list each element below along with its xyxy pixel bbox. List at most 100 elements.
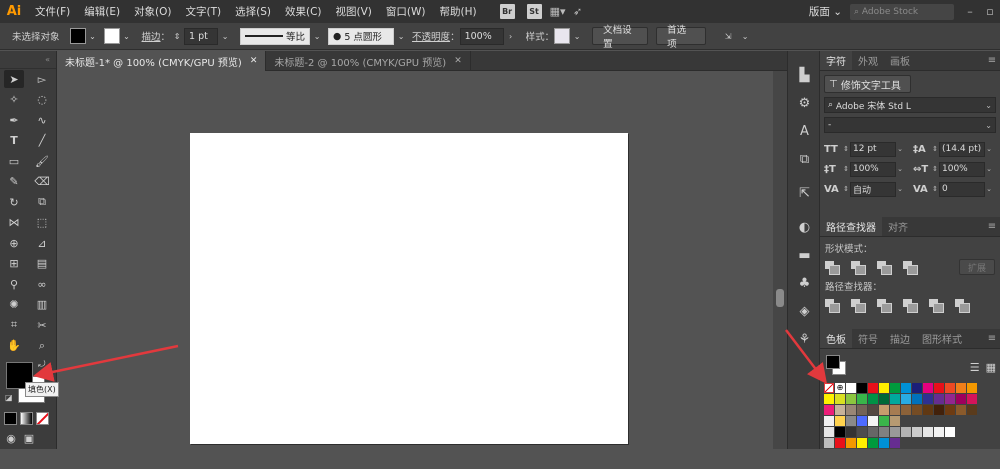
bridge-button[interactable]: Br bbox=[499, 4, 515, 19]
color-swatch[interactable] bbox=[824, 438, 834, 448]
color-swatch[interactable] bbox=[879, 405, 889, 415]
color-swatch[interactable] bbox=[890, 416, 900, 426]
color-swatch[interactable] bbox=[923, 405, 933, 415]
gradient-tool-icon[interactable]: ▤ bbox=[32, 255, 52, 273]
color-swatch[interactable] bbox=[868, 438, 878, 448]
menu-type[interactable]: 文字(T) bbox=[179, 4, 229, 19]
gpu-rocket-icon[interactable]: ➶ bbox=[568, 5, 588, 18]
menu-window[interactable]: 窗口(W) bbox=[379, 4, 433, 19]
color-swatch[interactable] bbox=[868, 405, 878, 415]
preferences-button[interactable]: 首选项 bbox=[656, 25, 707, 50]
magic-wand-tool-icon[interactable]: ✧ bbox=[4, 91, 24, 109]
maximize-icon[interactable]: ▫ bbox=[980, 5, 1000, 18]
tracking-field[interactable]: 0 bbox=[939, 181, 985, 197]
color-swatch[interactable] bbox=[967, 405, 977, 415]
default-fill-stroke-icon[interactable]: ◪ bbox=[5, 393, 13, 402]
chevron-down-icon[interactable]: ⌄ bbox=[896, 145, 904, 153]
color-swatch[interactable] bbox=[890, 394, 900, 404]
color-swatch[interactable] bbox=[923, 416, 933, 426]
color-swatch[interactable] bbox=[934, 383, 944, 393]
color-swatch[interactable] bbox=[890, 438, 900, 448]
none-swatch[interactable] bbox=[824, 383, 834, 393]
trim-icon[interactable] bbox=[851, 299, 866, 313]
color-swatch[interactable] bbox=[934, 427, 944, 437]
opacity-dropdown[interactable]: › bbox=[504, 28, 518, 44]
screen-mode-icon[interactable]: ▣ bbox=[22, 430, 36, 448]
color-swatch[interactable] bbox=[846, 416, 856, 426]
color-swatch[interactable] bbox=[835, 427, 845, 437]
color-swatch[interactable] bbox=[890, 427, 900, 437]
horizontal-scale-field[interactable]: 100% bbox=[939, 161, 985, 177]
mesh-tool-icon[interactable]: ⊞ bbox=[4, 255, 24, 273]
stroke-stepper-icon[interactable]: ⇕ bbox=[170, 28, 184, 44]
selection-tool-icon[interactable]: ➤ bbox=[4, 70, 24, 89]
chevron-down-icon[interactable]: ⌄ bbox=[985, 185, 993, 193]
list-view-icon[interactable]: ☰ bbox=[970, 361, 980, 374]
transform-icon[interactable]: ⧉ bbox=[788, 145, 821, 173]
arrange-documents-icon[interactable]: ▦▾ bbox=[548, 5, 568, 18]
curvature-tool-icon[interactable]: ∿ bbox=[32, 111, 52, 129]
color-mode-icon[interactable] bbox=[4, 411, 17, 425]
color-swatch[interactable] bbox=[857, 394, 867, 404]
color-swatch[interactable] bbox=[945, 438, 955, 448]
color-swatch[interactable] bbox=[967, 416, 977, 426]
none-mode-icon[interactable] bbox=[36, 411, 49, 425]
color-swatch[interactable] bbox=[846, 405, 856, 415]
transparency-icon[interactable]: ◐ bbox=[788, 213, 821, 241]
color-swatch[interactable] bbox=[934, 394, 944, 404]
expand-button[interactable]: 扩展 bbox=[959, 259, 995, 275]
opacity-label[interactable]: 不透明度 bbox=[412, 29, 450, 43]
tracking-control[interactable]: VA ⇕ 0 ⌄ bbox=[913, 181, 996, 197]
color-swatch[interactable] bbox=[956, 416, 966, 426]
color-swatch[interactable] bbox=[912, 394, 922, 404]
color-swatch[interactable] bbox=[923, 383, 933, 393]
color-swatch[interactable] bbox=[879, 427, 889, 437]
color-swatch[interactable] bbox=[901, 383, 911, 393]
chevron-down-icon[interactable]: ⌄ bbox=[985, 165, 993, 173]
symbols-icon[interactable]: ♣ bbox=[788, 269, 821, 297]
puppet-icon[interactable]: ⚘ bbox=[788, 325, 821, 353]
shape-builder-tool-icon[interactable]: ⊕ bbox=[4, 234, 24, 252]
color-swatch[interactable] bbox=[868, 383, 878, 393]
color-swatch[interactable] bbox=[967, 438, 977, 448]
artboard[interactable] bbox=[190, 133, 628, 444]
column-graph-tool-icon[interactable]: ▥ bbox=[32, 296, 52, 314]
stepper-icon[interactable]: ⇕ bbox=[931, 145, 939, 153]
color-swatch[interactable] bbox=[945, 394, 955, 404]
vertical-scrollbar[interactable] bbox=[773, 71, 787, 449]
color-swatch[interactable] bbox=[835, 394, 845, 404]
panel-menu-icon[interactable]: ≡ bbox=[984, 217, 1000, 236]
color-swatch[interactable] bbox=[868, 416, 878, 426]
color-guide-icon[interactable]: ⚙ bbox=[788, 89, 821, 117]
workspace-switcher[interactable]: 版面 ⌄ bbox=[809, 4, 842, 19]
stepper-icon[interactable]: ⇕ bbox=[842, 185, 850, 193]
color-swatch[interactable] bbox=[890, 383, 900, 393]
color-swatch[interactable] bbox=[901, 427, 911, 437]
color-swatch[interactable] bbox=[824, 405, 834, 415]
symbol-sprayer-tool-icon[interactable]: ✺ bbox=[4, 296, 24, 314]
opacity-field[interactable]: 100% bbox=[459, 27, 504, 45]
tab-symbols[interactable]: 符号 bbox=[852, 329, 884, 348]
stroke-weight-field[interactable]: 1 pt bbox=[184, 27, 219, 45]
color-swatch[interactable] bbox=[956, 405, 966, 415]
draw-normal-icon[interactable]: ◉ bbox=[4, 430, 18, 448]
color-swatch[interactable] bbox=[857, 383, 867, 393]
color-swatch[interactable] bbox=[967, 383, 977, 393]
divide-icon[interactable] bbox=[825, 299, 840, 313]
document-tab-1[interactable]: 未标题-1* @ 100% (CMYK/GPU 预览) ✕ bbox=[57, 51, 267, 71]
color-swatch[interactable] bbox=[824, 427, 834, 437]
color-swatch[interactable] bbox=[934, 416, 944, 426]
menu-file[interactable]: 文件(F) bbox=[28, 4, 77, 19]
blend-tool-icon[interactable]: ∞ bbox=[32, 275, 52, 293]
vertical-scale-field[interactable]: 100% bbox=[850, 161, 896, 177]
color-swatch[interactable] bbox=[945, 427, 955, 437]
color-swatch[interactable] bbox=[879, 394, 889, 404]
width-tool-icon[interactable]: ⋈ bbox=[4, 214, 24, 232]
color-swatch[interactable] bbox=[945, 405, 955, 415]
stroke-weight-dropdown[interactable]: ⌄ bbox=[218, 28, 232, 44]
pen-tool-icon[interactable]: ✒ bbox=[4, 111, 24, 129]
document-tab-2[interactable]: 未标题-2 @ 100% (CMYK/GPU 预览) ✕ bbox=[266, 51, 471, 71]
line-tool-icon[interactable]: ╱ bbox=[32, 132, 52, 150]
brush-dropdown[interactable]: ⌄ bbox=[394, 28, 408, 44]
color-swatch[interactable] bbox=[912, 427, 922, 437]
